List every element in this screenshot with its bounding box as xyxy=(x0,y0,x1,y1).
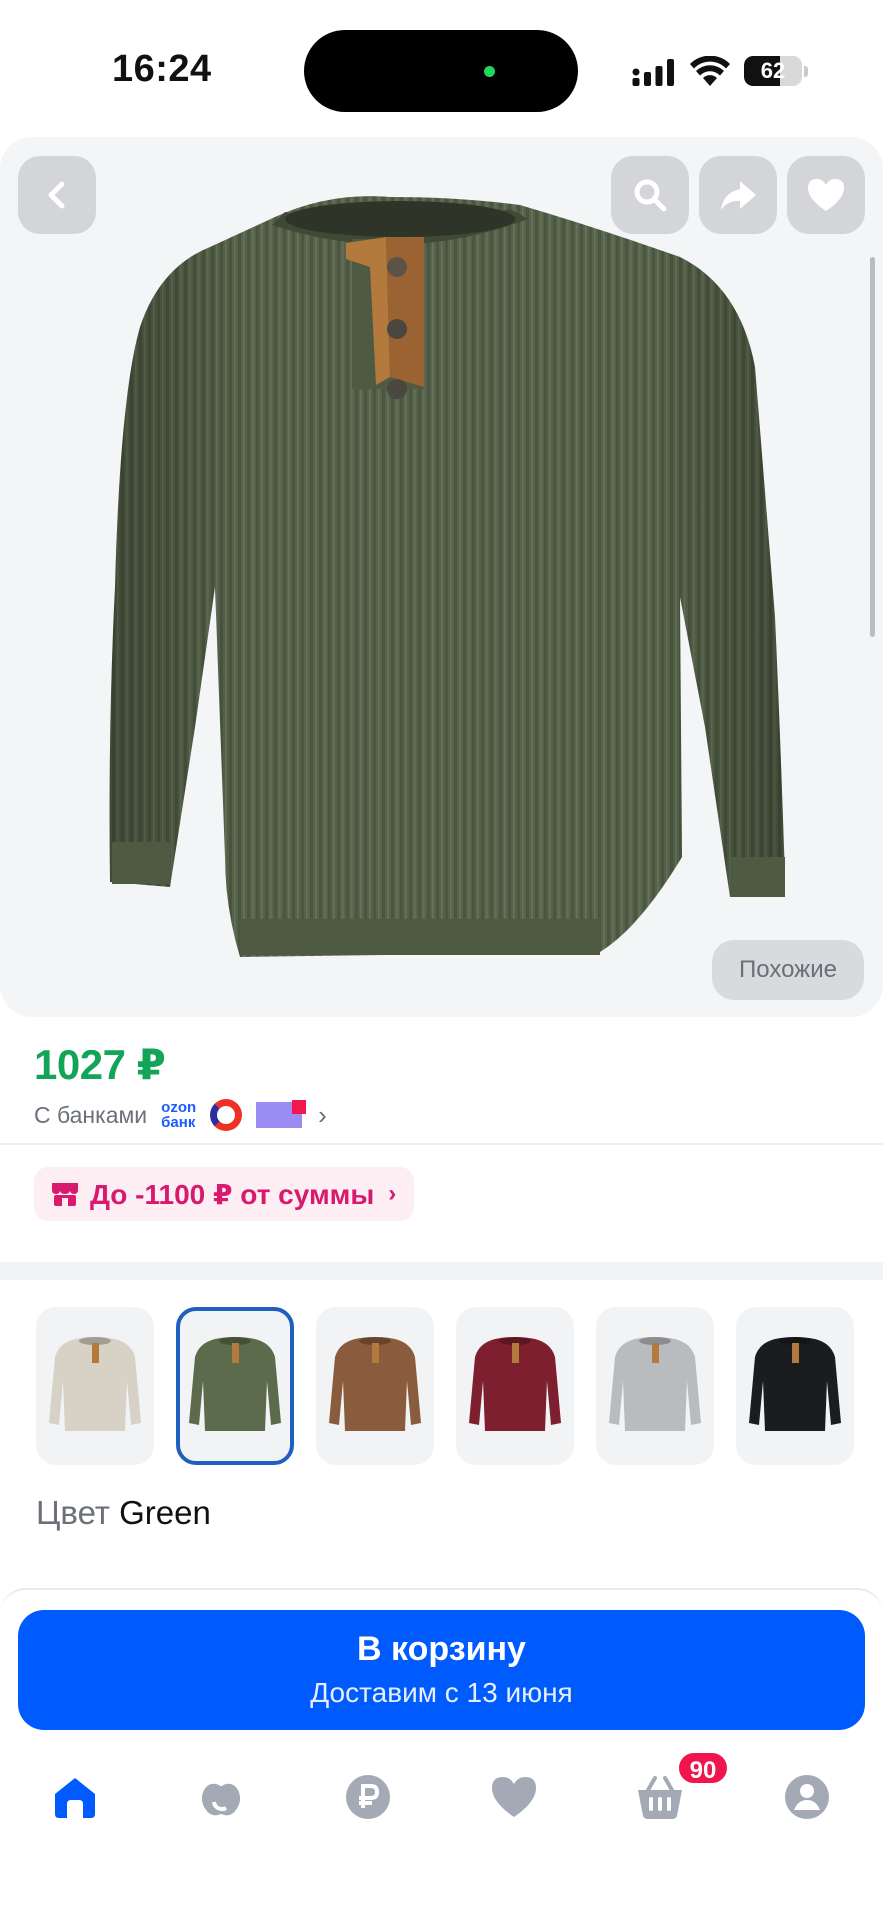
battery-cap xyxy=(804,66,808,77)
tab-favorites[interactable] xyxy=(479,1762,549,1832)
chevron-right-icon: › xyxy=(388,1180,397,1207)
tab-profile[interactable] xyxy=(772,1762,842,1832)
bottom-bar: В корзину Доставим с 13 июня 90 xyxy=(0,1588,883,1920)
color-swatches xyxy=(36,1307,876,1465)
bank-offers-row[interactable]: С банками ozon банк › xyxy=(34,1097,327,1133)
divider xyxy=(0,1143,883,1145)
product-price: 1027 ₽ xyxy=(34,1041,166,1088)
tab-bar xyxy=(0,1750,883,1860)
product-image[interactable] xyxy=(40,167,820,987)
add-to-cart-button[interactable]: В корзину Доставим с 13 июня xyxy=(18,1610,865,1730)
delivery-date-label: Доставим с 13 июня xyxy=(310,1677,573,1708)
cellular-signal-icon xyxy=(632,59,674,86)
ruble-icon xyxy=(346,1775,390,1819)
share-arrow-icon xyxy=(721,181,756,210)
search-icon xyxy=(634,179,667,212)
ozon-bank-logo-line2: банк xyxy=(161,1114,196,1131)
camera-indicator-dot xyxy=(484,66,495,77)
share-button[interactable] xyxy=(699,156,777,234)
color-swatch-beige[interactable] xyxy=(36,1307,154,1465)
section-gap xyxy=(0,1262,883,1280)
promo-text: До -1100 ₽ от суммы xyxy=(90,1178,375,1210)
back-button[interactable] xyxy=(18,156,96,234)
ozon-bank-logo-line1: ozon xyxy=(161,1099,197,1116)
color-swatch-light-gray[interactable] xyxy=(596,1307,714,1465)
status-bar: 16:24 62 xyxy=(0,0,883,140)
heart-icon xyxy=(492,1777,536,1817)
product-gallery[interactable]: Похожие xyxy=(0,137,883,1017)
add-to-cart-label: В корзину xyxy=(357,1630,526,1668)
color-swatch-black[interactable] xyxy=(736,1307,854,1465)
tab-fresh[interactable] xyxy=(186,1762,256,1832)
apple-icon xyxy=(201,1774,241,1816)
shirt-thumbnail xyxy=(49,1337,141,1431)
chevron-right-icon: › xyxy=(318,1099,327,1130)
cart-count-badge: 90 xyxy=(676,1750,730,1786)
color-swatch-green[interactable] xyxy=(176,1307,294,1465)
search-button[interactable] xyxy=(611,156,689,234)
color-label-value: Green xyxy=(119,1494,211,1531)
banks-label: С банками xyxy=(34,1101,148,1128)
ozon-bank-logo: ozon банк xyxy=(161,1100,196,1130)
shirt-thumbnail xyxy=(189,1337,281,1431)
color-selector-section: Цвет Green xyxy=(0,1280,883,1580)
promo-chip[interactable]: До -1100 ₽ от суммы › xyxy=(34,1167,415,1221)
price-section: 1027 ₽ С банками ozon банк › До -1100 ₽ … xyxy=(0,1017,883,1262)
chevron-left-icon xyxy=(48,181,65,209)
color-swatch-brown[interactable] xyxy=(316,1307,434,1465)
shirt-thumbnail xyxy=(329,1337,421,1431)
color-label: Цвет Green xyxy=(36,1494,211,1532)
heart-icon xyxy=(808,179,844,211)
shirt-thumbnail xyxy=(469,1337,561,1431)
gallery-scroll-indicator xyxy=(870,257,875,637)
store-icon xyxy=(52,1183,78,1206)
wifi-icon xyxy=(690,56,730,86)
color-label-key: Цвет xyxy=(36,1494,110,1531)
battery-indicator: 62 xyxy=(744,56,802,86)
similar-products-button[interactable]: Похожие xyxy=(712,940,864,1000)
tab-finance[interactable] xyxy=(333,1762,403,1832)
shirt-thumbnail xyxy=(609,1337,701,1431)
profile-icon xyxy=(785,1775,829,1819)
status-time: 16:24 xyxy=(112,48,212,90)
home-icon xyxy=(55,1778,95,1818)
tab-home[interactable] xyxy=(40,1762,110,1832)
battery-level: 62 xyxy=(760,58,786,83)
basket-icon xyxy=(638,1776,682,1819)
bank-logo-circle-icon xyxy=(210,1099,243,1131)
dynamic-island xyxy=(304,30,578,112)
color-swatch-burgundy[interactable] xyxy=(456,1307,574,1465)
bank-logo-square-icon xyxy=(256,1100,307,1128)
shirt-thumbnail xyxy=(749,1337,841,1431)
favorite-button[interactable] xyxy=(787,156,865,234)
